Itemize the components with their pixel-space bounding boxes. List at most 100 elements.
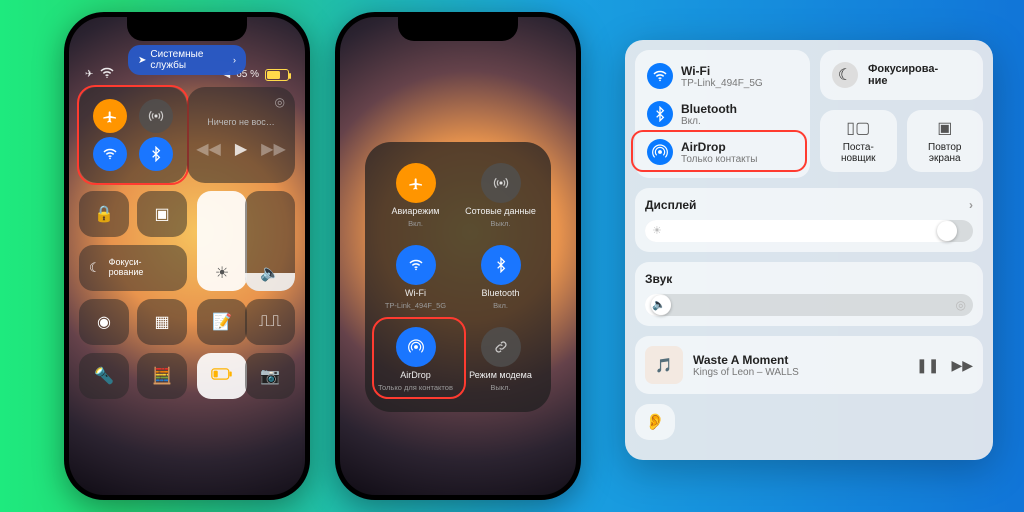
volume-slider[interactable]: 🔈: [245, 191, 295, 291]
notch: [127, 17, 247, 41]
airdrop-icon: [396, 327, 436, 367]
stage-manager-tile[interactable]: ▯▢ Поста- новщик: [820, 110, 897, 172]
forward-icon[interactable]: ▶▶: [951, 357, 973, 374]
display-label: Дисплей: [645, 198, 696, 212]
connectivity-panel[interactable]: [79, 87, 187, 183]
pill-label: Системные службы: [150, 49, 229, 71]
location-arrow-icon: ➤: [138, 55, 146, 66]
camera-tile[interactable]: 📷: [245, 353, 295, 399]
hotspot-icon: [481, 327, 521, 367]
stage-label: Поста- новщик: [841, 142, 876, 164]
now-playing-card[interactable]: 🎵 Waste A Moment Kings of Leon – WALLS ❚…: [635, 336, 983, 394]
flashlight-tile[interactable]: 🔦: [79, 353, 129, 399]
screen-mirroring-tile[interactable]: ▣: [137, 191, 187, 237]
record-icon: ◉: [97, 312, 111, 332]
macos-control-center: Wi-FiTP-Link_494F_5G BluetoothВкл. AirDrop…: [625, 40, 993, 460]
airdrop-sub: Только для контактов: [378, 383, 453, 392]
mirror-icon: ▣: [154, 204, 169, 224]
display-slider[interactable]: ☀: [645, 220, 973, 242]
conn-sub: Только контакты: [681, 154, 757, 165]
camera-icon: 📷: [260, 366, 280, 386]
flashlight-icon: 🔦: [94, 366, 114, 386]
connectivity-card: Wi-FiTP-Link_494F_5G BluetoothВкл. AirDrop…: [635, 50, 810, 178]
airplay-icon[interactable]: ◎: [275, 95, 285, 109]
voice-memo-tile[interactable]: ⎍⎍: [245, 299, 295, 345]
mirror-label: Повтор экрана: [928, 142, 961, 164]
airplane-icon: [396, 163, 436, 203]
conn-title: AirDrop: [681, 140, 757, 154]
airplane-sub: Вкл.: [408, 219, 423, 228]
lock-rotation-icon: 🔒: [94, 204, 114, 224]
music-status: Ничего не вос…: [197, 117, 285, 127]
bluetooth-sub: Вкл.: [493, 301, 508, 310]
conn-bluetooth[interactable]: BluetoothВкл.: [645, 98, 800, 130]
focus-tile[interactable]: ☾ Фокуси- рование: [79, 245, 187, 291]
wi-fi-icon: [647, 63, 673, 89]
screen-mirror-tile[interactable]: ▣ Повтор экрана: [907, 110, 984, 172]
forward-icon[interactable]: ▶▶: [261, 139, 286, 159]
cellular-sub: Выкл.: [490, 219, 510, 228]
qr-icon: ▦: [154, 312, 169, 332]
ear-icon: 👂: [645, 412, 665, 432]
airplane-toggle[interactable]: Авиарежим Вкл.: [373, 154, 458, 236]
bluetooth-toggle[interactable]: Bluetooth Вкл.: [458, 236, 543, 318]
bluetooth-toggle[interactable]: [139, 137, 173, 171]
airplane-label: Авиарежим: [392, 206, 440, 216]
hotspot-toggle[interactable]: Режим модемаВыкл.: [458, 318, 543, 400]
chevron-right-icon[interactable]: ›: [969, 198, 973, 212]
wifi-sub: TP-Link_494F_5G: [385, 301, 446, 310]
hotspot-sub: Выкл.: [490, 383, 510, 392]
conn-wi-fi[interactable]: Wi-FiTP-Link_494F_5G: [645, 60, 800, 92]
bluetooth-icon: [481, 245, 521, 285]
connectivity-expanded-panel: Авиарежим Вкл. Сотовые данные Выкл. Wi-FiTP-…: [365, 142, 551, 412]
brightness-slider[interactable]: ☀: [197, 191, 247, 291]
wifi-toggle[interactable]: Wi-FiTP-Link_494F_5G: [373, 236, 458, 318]
iphone-frame-1: ➤ Системные службы › ✈︎ ◀ 65 %: [64, 12, 310, 500]
airdrop-toggle[interactable]: AirDrop Только для контактов: [373, 318, 458, 400]
airplay-audio-icon[interactable]: ◎: [956, 298, 966, 312]
calculator-icon: 🧮: [152, 366, 172, 386]
pause-icon[interactable]: ❚❚: [916, 357, 939, 374]
now-playing-panel[interactable]: ◎ Ничего не вос… ◀◀ ▶ ▶▶: [187, 87, 295, 183]
bluetooth-icon: [647, 101, 673, 127]
iphone-screen-1: ➤ Системные службы › ✈︎ ◀ 65 %: [69, 17, 305, 495]
speaker-icon: 🔈: [652, 298, 666, 311]
track-artist: Kings of Leon – WALLS: [693, 367, 799, 378]
hearing-tile[interactable]: 👂: [635, 404, 675, 440]
conn-title: Bluetooth: [681, 102, 737, 116]
album-art: 🎵: [645, 346, 683, 384]
airdrop-label: AirDrop: [400, 370, 431, 380]
airplane-mode-toggle[interactable]: [93, 99, 127, 133]
cellular-toggle[interactable]: Сотовые данные Выкл.: [458, 154, 543, 236]
play-icon[interactable]: ▶: [235, 139, 247, 159]
focus-card[interactable]: ☾ Фокусирова- ние: [820, 50, 983, 100]
bluetooth-label: Bluetooth: [481, 288, 519, 298]
rewind-icon[interactable]: ◀◀: [196, 139, 221, 159]
qr-code-tile[interactable]: ▦: [137, 299, 187, 345]
focus-label: Фокуси- рование: [109, 258, 144, 278]
conn-sub: Вкл.: [681, 116, 737, 127]
wifi-status-icon: [99, 65, 115, 84]
calculator-tile[interactable]: 🧮: [137, 353, 187, 399]
low-power-tile[interactable]: [197, 353, 247, 399]
moon-icon: ☾: [89, 260, 101, 276]
notes-tile[interactable]: 📝: [197, 299, 247, 345]
sun-icon: ☀: [215, 263, 229, 283]
cellular-toggle[interactable]: [139, 99, 173, 133]
sound-label: Звук: [645, 272, 672, 286]
focus-label: Фокусирова- ние: [868, 63, 938, 87]
sun-icon: ☀: [652, 224, 662, 237]
location-indicator-pill[interactable]: ➤ Системные службы ›: [128, 45, 246, 75]
cellular-label: Сотовые данные: [465, 206, 536, 216]
screen-record-tile[interactable]: ◉: [79, 299, 129, 345]
display-card: Дисплей › ☀: [635, 188, 983, 252]
mirror-icon: ▣: [937, 118, 952, 138]
wifi-toggle[interactable]: [93, 137, 127, 171]
orientation-lock-tile[interactable]: 🔒: [79, 191, 129, 237]
speaker-icon: 🔈: [260, 263, 280, 283]
sound-card: Звук 🔈 ◎: [635, 262, 983, 326]
sound-slider[interactable]: 🔈 ◎: [645, 294, 973, 316]
airplane-status-icon: ✈︎: [85, 69, 93, 80]
conn-airdrop[interactable]: AirDropТолько контакты: [645, 136, 800, 168]
moon-icon: ☾: [832, 62, 858, 88]
